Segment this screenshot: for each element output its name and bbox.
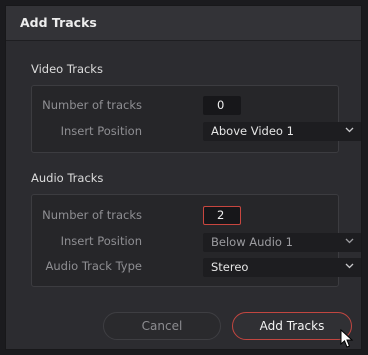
video-insert-position-label: Insert Position (60, 124, 142, 138)
dialog-titlebar: Add Tracks (6, 6, 361, 41)
audio-track-type-dropdown[interactable]: Stereo (203, 258, 361, 277)
video-insert-position-dropdown[interactable]: Above Video 1 (203, 122, 361, 141)
audio-insert-position-label: Insert Position (60, 234, 142, 248)
chevron-down-icon (345, 263, 354, 269)
audio-insert-position-dropdown[interactable]: Below Audio 1 (203, 233, 361, 252)
dialog-title: Add Tracks (20, 15, 97, 30)
chevron-down-icon (345, 127, 354, 133)
audio-tracks-heading: Audio Tracks (31, 171, 104, 185)
add-tracks-dialog: Add Tracks Video Tracks Number of tracks… (5, 5, 362, 350)
audio-number-of-tracks-label: Number of tracks (42, 208, 142, 222)
video-insert-position-value: Above Video 1 (211, 124, 294, 138)
video-tracks-heading: Video Tracks (31, 62, 103, 76)
chevron-down-icon (345, 238, 354, 244)
video-number-of-tracks-input[interactable]: 0 (203, 96, 241, 115)
audio-insert-position-value: Below Audio 1 (211, 235, 293, 249)
mouse-pointer-icon (340, 329, 354, 348)
video-tracks-group: Number of tracks 0 Insert Position Above… (31, 85, 361, 153)
audio-track-type-value: Stereo (211, 260, 249, 274)
audio-tracks-group: Number of tracks 2 Insert Position Below… (31, 194, 361, 287)
audio-track-type-label: Audio Track Type (45, 259, 142, 273)
audio-number-of-tracks-input[interactable]: 2 (203, 206, 241, 225)
video-number-of-tracks-label: Number of tracks (42, 98, 142, 112)
add-tracks-button[interactable]: Add Tracks (232, 312, 352, 340)
cancel-button[interactable]: Cancel (103, 312, 221, 340)
